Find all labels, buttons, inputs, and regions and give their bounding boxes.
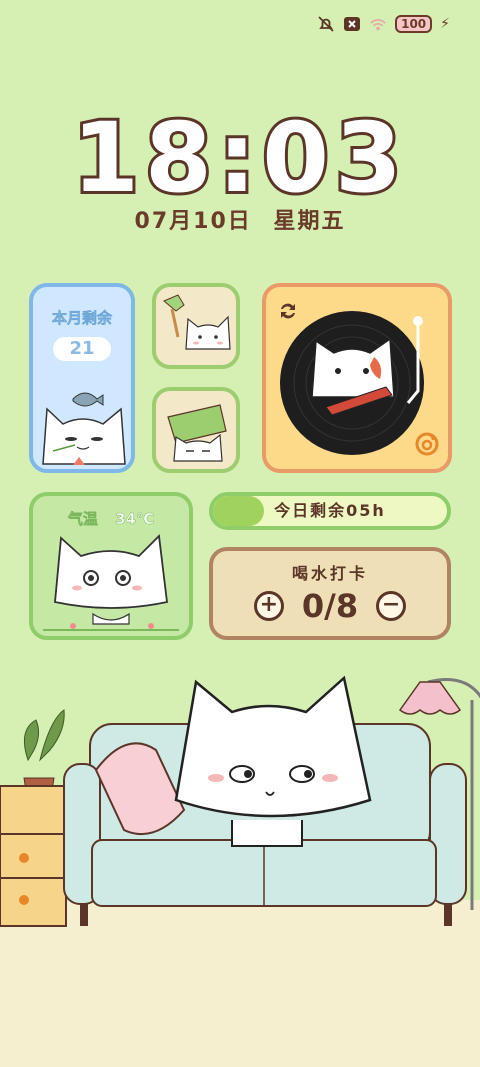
side-drawer (0, 785, 67, 927)
water-counter-row: + 0/8 − (213, 587, 447, 625)
water-count: 0/8 (301, 587, 359, 625)
water-checkin-widget: 喝水打卡 + 0/8 − (209, 547, 451, 640)
charging-icon: ⚡ (440, 16, 450, 32)
status-bar: 100 ⚡ (317, 14, 450, 34)
weekday-text: 星期五 (273, 209, 346, 234)
month-remaining-widget[interactable]: 本月剩余 21 (29, 283, 135, 473)
lamp-shade (398, 681, 462, 715)
water-minus-button[interactable]: − (376, 591, 407, 621)
cat-icecream-illustration (163, 294, 231, 350)
water-title: 喝水打卡 (291, 564, 368, 583)
cat-book-illustration (167, 404, 227, 462)
music-app-icon[interactable] (414, 431, 440, 461)
music-player-widget[interactable] (262, 283, 452, 473)
weather-widget[interactable]: 气温 34℃ (29, 492, 193, 640)
water-plus-button[interactable]: + (253, 591, 284, 621)
clock-date: 07月10日 星期五 (0, 203, 480, 235)
temperature-value: 34℃ (115, 510, 155, 529)
day-remaining-progress[interactable]: 今日剩余05h (209, 492, 451, 530)
battery-icon: 100 (395, 15, 433, 33)
cat-with-fish-illustration (42, 392, 126, 465)
month-remaining-value: 21 (53, 337, 111, 361)
day-remaining-text: 今日剩余05h (274, 501, 386, 520)
mute-icon (317, 15, 335, 33)
close-badge-icon (343, 15, 361, 33)
living-room-scene (0, 675, 480, 1067)
refresh-icon[interactable] (276, 299, 300, 327)
weather-label-row: 气温 34℃ (33, 508, 189, 529)
cat-weather-illustration (43, 534, 179, 631)
cat-book-tile[interactable] (152, 387, 240, 473)
clock-time: 18:03 (69, 102, 408, 214)
weather-label: 气温 (67, 510, 99, 529)
month-remaining-label: 本月剩余 (51, 309, 113, 328)
wifi-icon (369, 15, 387, 33)
cat-icecream-tile[interactable] (152, 283, 240, 369)
date-text: 07月10日 (134, 209, 252, 234)
